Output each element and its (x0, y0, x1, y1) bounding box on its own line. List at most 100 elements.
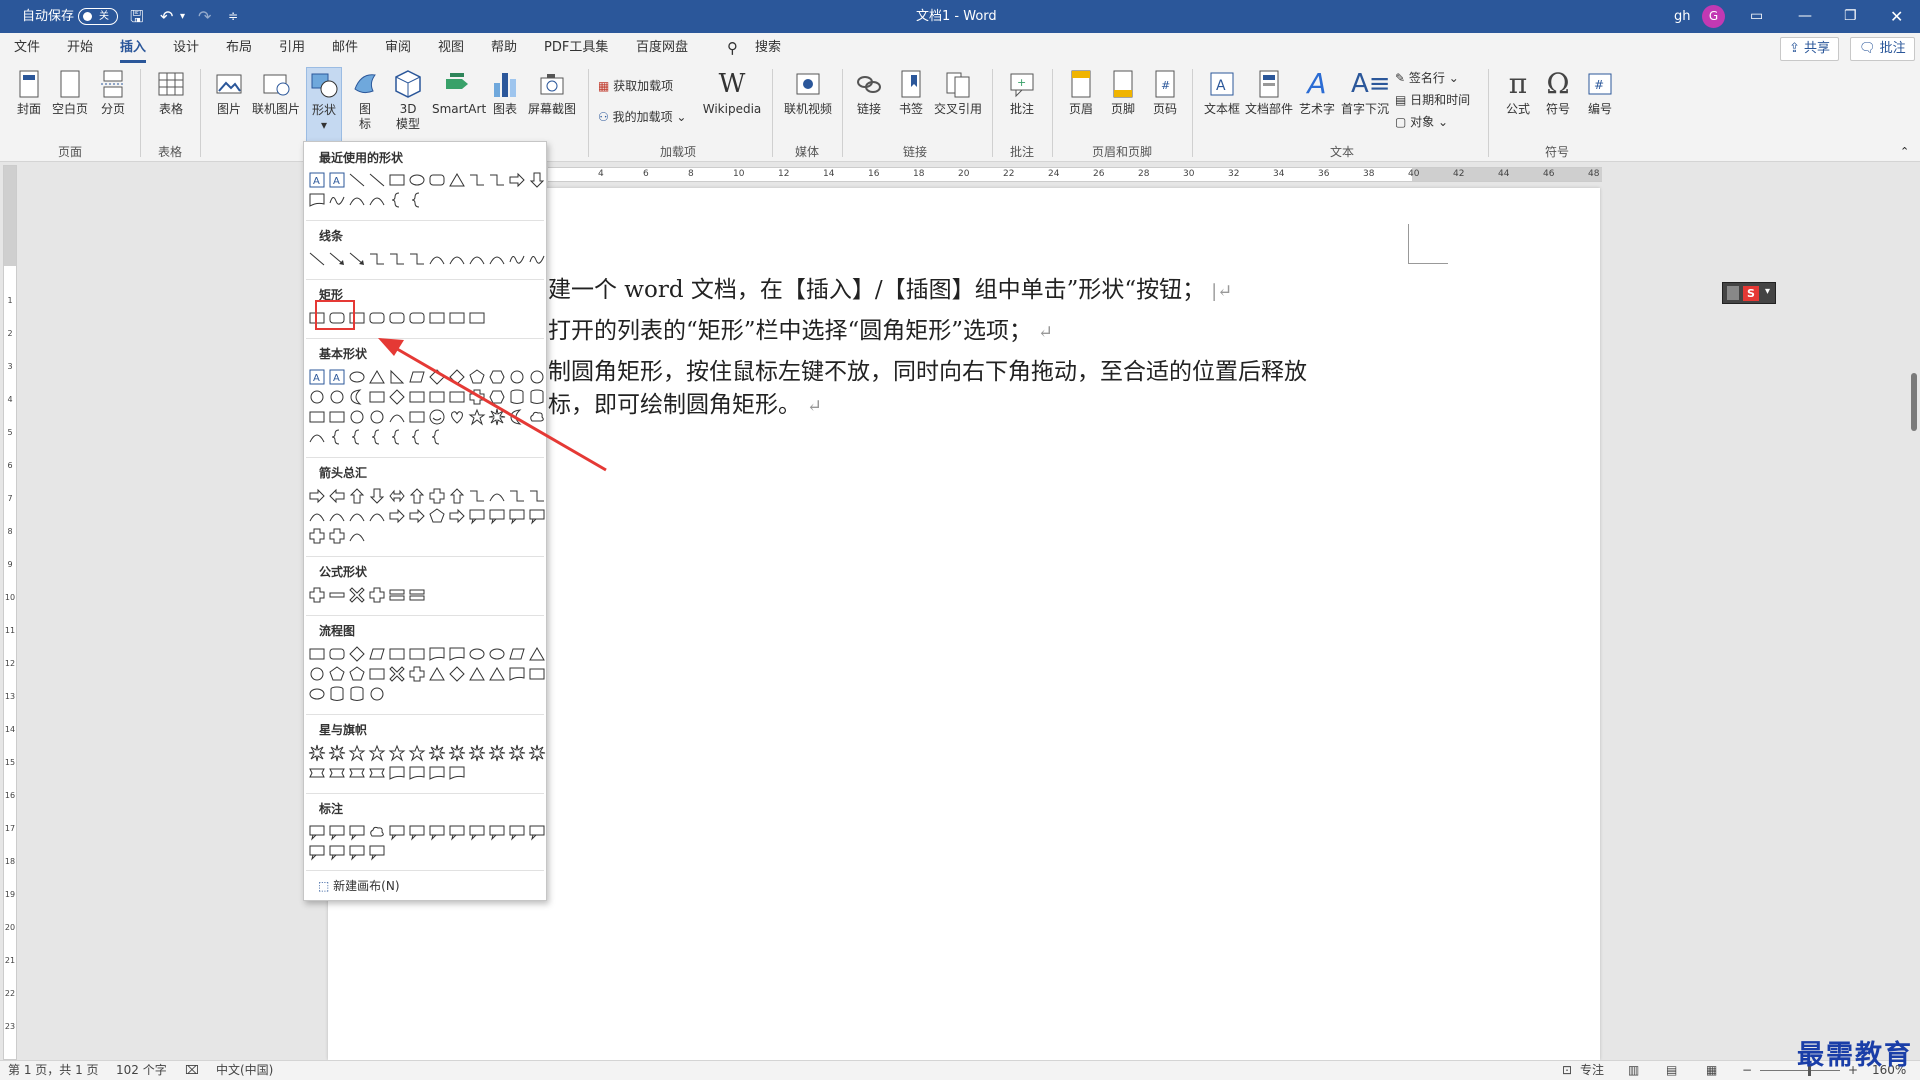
focus-icon[interactable]: ⊡ (1562, 1061, 1572, 1080)
penta-shape-icon[interactable] (468, 368, 486, 386)
ribbon-display-icon[interactable]: ▭ (1750, 0, 1763, 33)
callout-shape-icon[interactable] (428, 823, 446, 841)
curve-shape-icon[interactable] (448, 250, 466, 268)
brace-shape-icon[interactable] (348, 428, 366, 446)
undo-dropdown-icon[interactable]: ▾ (180, 0, 185, 33)
floating-ime-toolbar[interactable]: S ▾ (1722, 282, 1776, 304)
brace-shape-icon[interactable] (428, 428, 446, 446)
brace-shape-icon[interactable] (388, 428, 406, 446)
brace-shape-icon[interactable] (368, 428, 386, 446)
star-shape-icon[interactable] (348, 744, 366, 762)
curve-shape-icon[interactable] (308, 428, 326, 446)
curve-shape-icon[interactable] (308, 507, 326, 525)
curve-shape-icon[interactable] (488, 487, 506, 505)
doc-shape-icon[interactable] (408, 764, 426, 782)
online-picture-button[interactable]: 联机图片 (250, 67, 302, 117)
vertical-scrollbar-thumb[interactable] (1911, 373, 1917, 431)
page-number-button[interactable]: # 页码 (1148, 67, 1182, 117)
burst-shape-icon[interactable] (328, 744, 346, 762)
plus-shape-icon[interactable] (428, 487, 446, 505)
header-button[interactable]: 页眉 (1064, 67, 1098, 117)
my-addins-button[interactable]: ⚇ 我的加载项 ⌄ (598, 108, 686, 126)
focus-label[interactable]: 专注 (1580, 1061, 1604, 1080)
penta-shape-icon[interactable] (348, 665, 366, 683)
tab-view[interactable]: 视图 (438, 33, 464, 63)
wordart-button[interactable]: A 艺术字 (1298, 67, 1336, 117)
circle-shape-icon[interactable] (328, 388, 346, 406)
numbering-button[interactable]: # 编号 (1584, 67, 1616, 117)
date-time-button[interactable]: ▤ 日期和时间 (1395, 91, 1470, 109)
document-line-2[interactable]: 打开的列表的“矩形”栏中选择“圆角矩形”选项； ↵ (548, 311, 1053, 345)
burst-shape-icon[interactable] (488, 408, 506, 426)
drop-cap-button[interactable]: A≡ 首字下沉 (1340, 67, 1391, 117)
rrect-shape-icon[interactable] (428, 171, 446, 189)
callout-shape-icon[interactable] (528, 507, 546, 525)
banner-shape-icon[interactable] (348, 764, 366, 782)
hexa-shape-icon[interactable] (488, 368, 506, 386)
callout-shape-icon[interactable] (348, 843, 366, 861)
oval-shape-icon[interactable] (408, 171, 426, 189)
burst-shape-icon[interactable] (508, 744, 526, 762)
tri-shape-icon[interactable] (528, 645, 546, 663)
curve-shape-icon[interactable] (388, 408, 406, 426)
elbow-shape-icon[interactable] (368, 250, 386, 268)
callout-shape-icon[interactable] (508, 823, 526, 841)
plus-shape-icon[interactable] (308, 527, 326, 545)
picture-button[interactable]: 图片 (212, 67, 246, 117)
rect-shape-icon[interactable] (308, 408, 326, 426)
tab-references[interactable]: 引用 (279, 33, 305, 63)
diamond-shape-icon[interactable] (448, 665, 466, 683)
oval-shape-icon[interactable] (468, 645, 486, 663)
wikipedia-button[interactable]: W Wikipedia (700, 67, 764, 117)
callout-shape-icon[interactable] (308, 843, 326, 861)
curve-shape-icon[interactable] (488, 250, 506, 268)
oval-shape-icon[interactable] (308, 685, 326, 703)
callout-shape-icon[interactable] (328, 823, 346, 841)
plus-shape-icon[interactable] (368, 586, 386, 604)
callout-shape-icon[interactable] (448, 823, 466, 841)
rect-shape-icon[interactable] (328, 408, 346, 426)
darrow-shape-icon[interactable] (528, 171, 546, 189)
tab-mailings[interactable]: 邮件 (332, 33, 358, 63)
textbox-button[interactable]: A 文本框 (1202, 67, 1242, 117)
doc-shape-icon[interactable] (388, 764, 406, 782)
cloud-shape-icon[interactable] (528, 408, 546, 426)
web-layout-icon[interactable]: ▦ (1706, 1061, 1717, 1080)
darrow-shape-icon[interactable] (368, 487, 386, 505)
moon-shape-icon[interactable] (508, 408, 526, 426)
callout-shape-icon[interactable] (468, 507, 486, 525)
tri-shape-icon[interactable] (468, 665, 486, 683)
para-shape-icon[interactable] (408, 368, 426, 386)
callout-shape-icon[interactable] (488, 823, 506, 841)
tri-shape-icon[interactable] (368, 368, 386, 386)
diamond-shape-icon[interactable] (448, 368, 466, 386)
tab-pdf-tools[interactable]: PDF工具集 (544, 33, 608, 63)
proofing-icon[interactable]: ⌧ (185, 1061, 199, 1080)
share-button[interactable]: ⇪ 共享 (1780, 37, 1840, 61)
callout-shape-icon[interactable] (388, 823, 406, 841)
rect-shape-icon[interactable] (528, 665, 546, 683)
rect-shape-icon[interactable] (368, 388, 386, 406)
collapse-ribbon-icon[interactable]: ⌃ (1900, 145, 1909, 158)
callout-shape-icon[interactable] (508, 507, 526, 525)
tab-help[interactable]: 帮助 (491, 33, 517, 63)
rect-shape-icon[interactable] (368, 665, 386, 683)
circle-shape-icon[interactable] (308, 665, 326, 683)
rrect-shape-icon[interactable] (328, 645, 346, 663)
tri-shape-icon[interactable] (488, 665, 506, 683)
curve-shape-icon[interactable] (368, 191, 386, 209)
curve-shape-icon[interactable] (428, 250, 446, 268)
customize-toolbar-icon[interactable]: ≑ (228, 0, 238, 33)
moon-shape-icon[interactable] (348, 388, 366, 406)
redo-icon[interactable]: ↷ (198, 0, 211, 33)
word-count[interactable]: 102 个字 (116, 1061, 167, 1080)
circle-shape-icon[interactable] (368, 408, 386, 426)
doc-shape-icon[interactable] (428, 645, 446, 663)
table-button[interactable]: 表格 (152, 67, 190, 117)
rarrow-shape-icon[interactable] (508, 171, 526, 189)
icons-button[interactable]: 图 标 (348, 67, 382, 132)
arrowline-shape-icon[interactable] (328, 250, 346, 268)
rarrow-shape-icon[interactable] (388, 507, 406, 525)
minimize-icon[interactable]: — (1798, 0, 1812, 33)
object-button[interactable]: ▢ 对象 ⌄ (1395, 113, 1448, 131)
